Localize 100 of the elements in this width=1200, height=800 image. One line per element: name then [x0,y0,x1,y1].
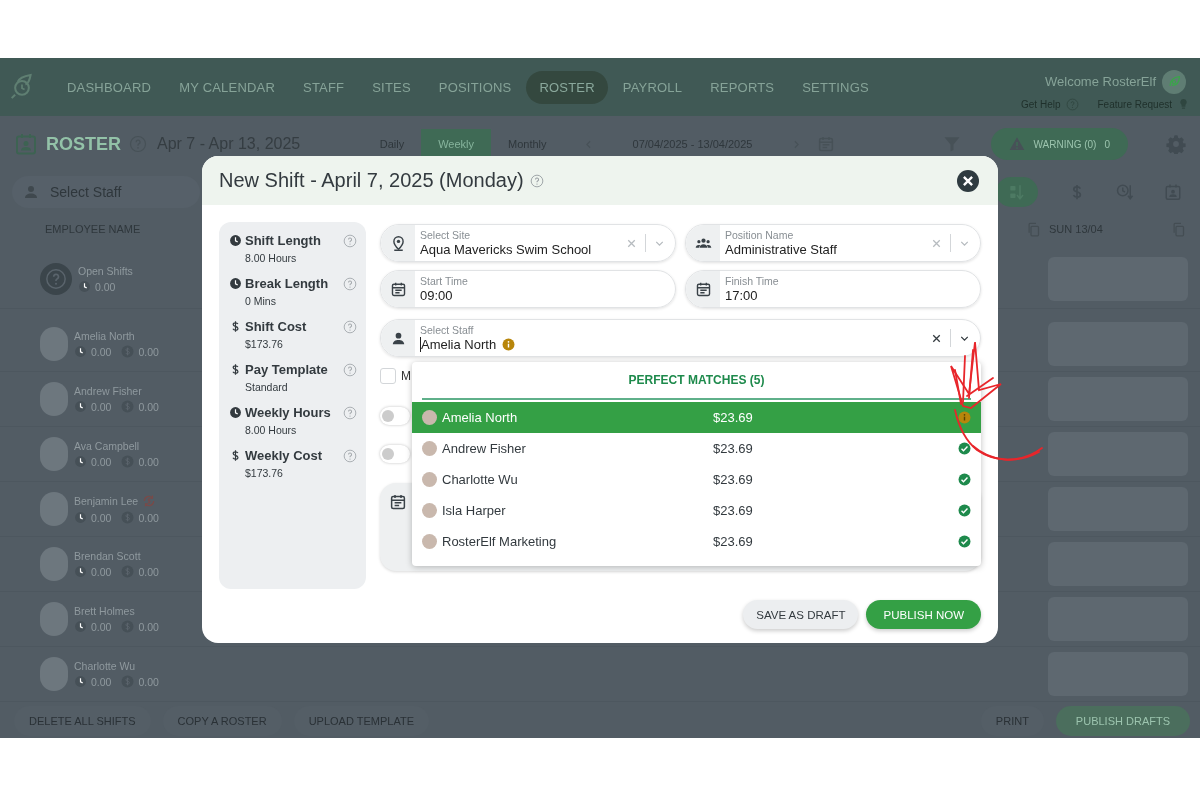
summary-value: 8.00 Hours [245,252,298,264]
summary-value: Standard [245,381,289,393]
staff-option[interactable]: RosterElf Marketing $23.69 [412,526,981,557]
nav-tab[interactable]: SETTINGS [789,70,882,104]
staff-option[interactable]: Charlotte Wu $23.69 [412,464,981,495]
avatar [422,441,437,456]
avatar [40,547,68,581]
hours-value: 0.00 [91,675,112,688]
check-circle-icon [958,442,971,455]
toggle-switch[interactable] [380,407,410,425]
toggle-switch[interactable] [380,445,410,463]
employee-name: Amelia North [74,330,135,342]
cost-value: 0.00 [138,400,159,413]
notes-icon [389,493,407,511]
calendar-icon [694,280,712,298]
help-icon [529,173,544,188]
staff-option[interactable]: Andrew Fisher $23.69 [412,433,981,464]
staff-option[interactable]: Isla Harper $23.69 [412,495,981,526]
calendar-icon [389,280,407,298]
nav-tab[interactable]: STAFF [290,70,358,104]
nav-tab[interactable]: PAYROLL [609,70,696,104]
clock-icon [74,565,87,578]
nav-tab[interactable]: ROSTER [526,70,608,104]
close-button[interactable] [957,169,979,192]
employee-name: Brendan Scott [74,550,141,562]
checkbox[interactable] [380,368,396,384]
avatar [40,437,68,471]
close-icon [957,169,979,192]
account-avatar[interactable] [1162,69,1186,94]
avatar [40,657,68,691]
clock-icon [74,511,87,524]
view-tab[interactable]: Weekly [421,129,492,159]
nav-tab[interactable]: POSITIONS [425,70,525,104]
employee-name: Benjamin Lee [74,495,139,507]
check-circle-icon [958,473,971,486]
cost-value: 0.00 [138,675,159,688]
nav-tab[interactable]: DASHBOARD [54,70,165,104]
cost-value: 0.00 [138,345,159,358]
summary-label: Shift Cost [245,319,307,334]
clock-icon [74,345,87,358]
cost-value: 0.00 [138,620,159,633]
sort-button[interactable] [996,177,1038,207]
help-icon [343,406,357,420]
hours-value: 0.00 [91,620,112,633]
cost-value: 0.00 [138,565,159,578]
avatar [40,382,68,416]
summary-label: Pay Template [245,362,328,377]
logo-icon[interactable] [10,73,34,101]
check-circle-icon [958,504,971,517]
warning-button[interactable]: WARNING (0) 0 [991,128,1128,160]
clock-icon [74,620,87,633]
avatar [422,534,437,549]
summary-value: 0 Mins [245,295,277,307]
employee-name: Charlotte Wu [74,660,136,672]
employee-name: Andrew Fisher [74,385,142,397]
employee-name: Brett Holmes [74,605,135,617]
clock-icon [229,234,242,247]
hours-value: 0.00 [91,565,112,578]
publish-button[interactable]: PUBLISH NOW [866,600,981,629]
summary-label: Break Length [245,276,329,291]
summary-value: $173.76 [245,338,284,350]
summary-label: Weekly Cost [245,448,323,463]
nav-tab[interactable]: REPORTS [697,70,788,104]
save-draft-button[interactable]: SAVE AS DRAFT [743,600,859,629]
help-icon [343,449,357,463]
clock-icon [78,280,91,293]
hours-value: 0.00 [95,280,116,293]
clock-icon [74,455,87,468]
help-icon [343,363,357,377]
summary-value: $173.76 [245,467,284,479]
cost-value: 0.00 [138,455,159,468]
hours-value: 0.00 [91,345,112,358]
clock-icon [229,406,242,419]
avatar [422,472,437,487]
summary-label: Weekly Hours [245,405,331,420]
hours-value: 0.00 [91,400,112,413]
avatar [40,602,68,636]
info-icon [502,338,516,351]
leaf-icon [1167,75,1181,88]
hours-value: 0.00 [91,455,112,468]
avatar [422,410,437,425]
checkbox-label: M [401,369,411,383]
summary-value: 8.00 Hours [245,424,298,436]
help-icon [343,277,357,291]
dropdown-heading: PERFECT MATCHES (5) [422,362,971,400]
clock-icon [74,400,87,413]
warning-icon [1009,136,1026,152]
page-title: ROSTER [46,133,121,155]
nav-tab[interactable]: SITES [359,70,424,104]
avatar [422,503,437,518]
clock-icon [74,675,87,688]
staff-option[interactable]: Amelia North $23.69 [412,402,981,433]
footer-button[interactable]: PUBLISH DRAFTS [1055,706,1190,736]
avatar [40,327,68,361]
cost-value: 0.00 [138,511,159,524]
nav-tab[interactable]: MY CALENDAR [166,70,289,104]
employee-name: Ava Campbell [74,440,140,452]
check-circle-icon [958,535,971,548]
avatar [40,492,68,526]
employee-name: Open Shifts [78,265,133,277]
